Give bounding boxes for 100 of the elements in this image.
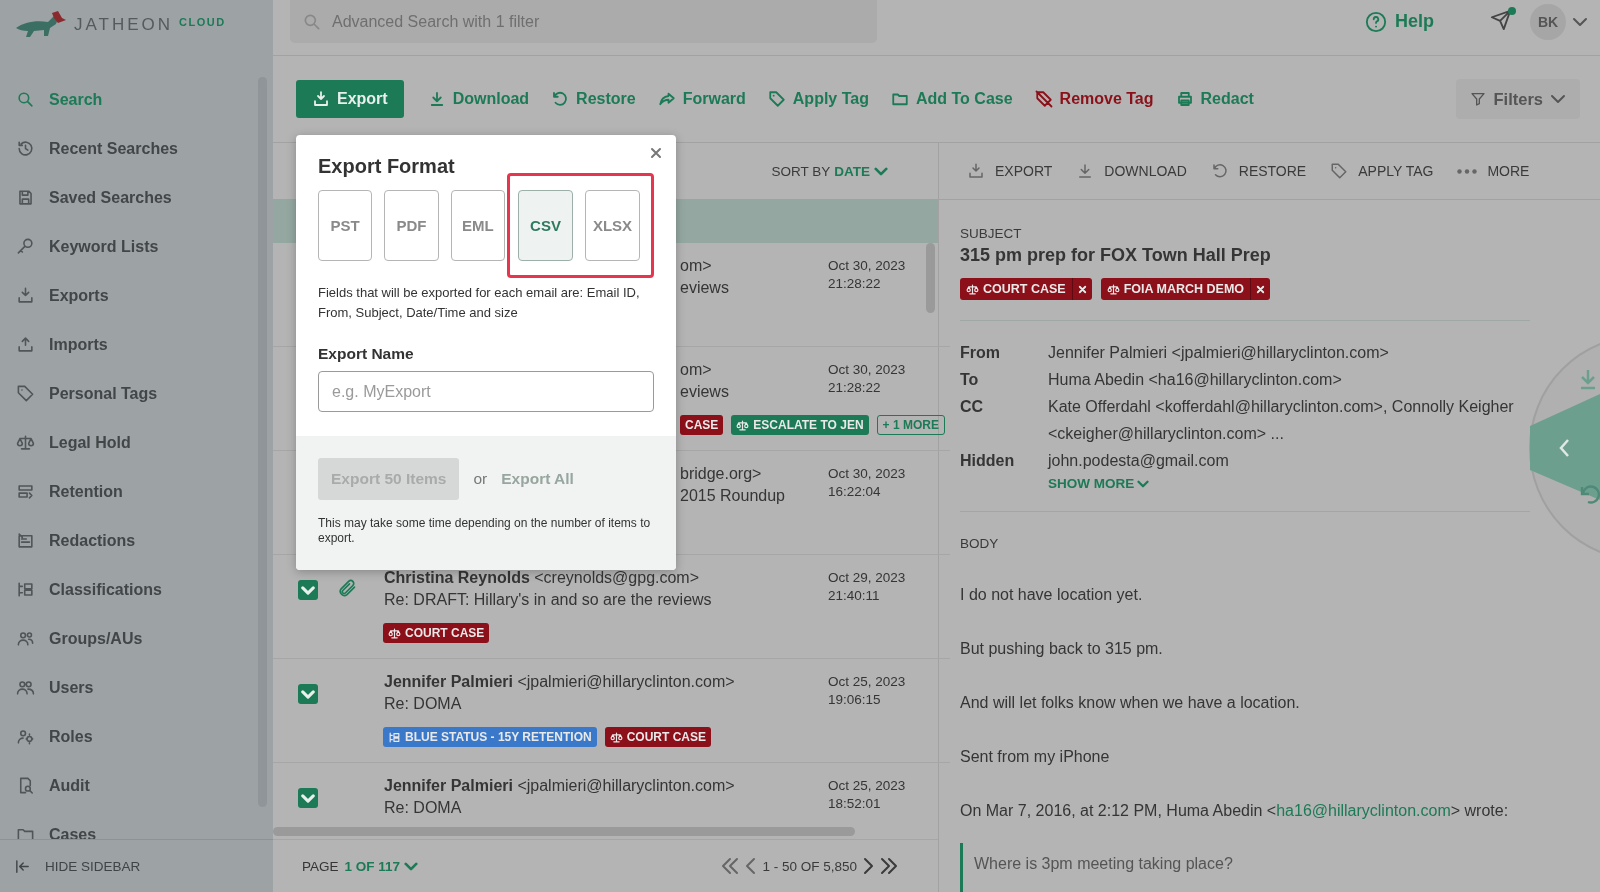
checkbox[interactable] [298,684,318,704]
people-gear-icon [16,727,35,746]
reply-header: On Mar 7, 2016, at 2:12 PM, Huma Abedin <ha16@hillaryclinton.com> wrote: [960,801,1510,821]
toolbar-button[interactable]: Apply Tag [767,90,869,108]
sidebar-item[interactable]: Imports [0,320,250,369]
sidebar-item[interactable]: Roles [0,712,250,761]
sidebar-item[interactable]: Users [0,663,250,712]
sidebar-item[interactable]: Personal Tags [0,369,250,418]
history-icon [16,139,35,158]
sidebar-item[interactable]: Saved Searches [0,173,250,222]
field-label: From [960,343,1001,363]
scrollbar[interactable] [273,827,855,836]
help-link[interactable]: Help [1365,10,1434,33]
chevron-down-icon [874,166,888,176]
email-link[interactable]: ha16@hillaryclinton.com [1276,802,1451,819]
sidebar-item[interactable]: Audit [0,761,250,810]
field-label: To [960,370,980,390]
stack-icon [16,482,35,501]
toolbar-button[interactable]: Export [296,80,404,118]
field-label: Export Name [318,345,415,363]
sidebar-item[interactable]: Cases [0,810,250,839]
sender-text: om> [680,256,713,276]
undo-icon[interactable] [1580,485,1600,504]
tag-label: COURT CASE [383,623,490,643]
sidebar-item[interactable]: Exports [0,271,250,320]
time-text: 21:28:22 [828,275,882,293]
format-option[interactable]: PST [318,190,373,261]
checkbox[interactable] [298,580,318,600]
tag-label: FOIA MARCH DEMO [1100,278,1271,300]
download-icon[interactable] [1579,368,1597,390]
user-avatar[interactable]: BK [1530,3,1566,40]
sidebar-item[interactable]: Classifications [0,565,250,614]
time-text: 18:52:01 [828,795,882,813]
subject-text: eviews [680,278,730,298]
scales-icon [736,418,750,432]
chevron-down-icon [1572,16,1588,27]
toolbar-button[interactable]: Download [427,90,530,108]
check-icon [301,689,315,699]
close-icon [1255,283,1267,295]
format-option[interactable]: XLSX [585,190,640,261]
field-value: Huma Abedin <ha16@hillaryclinton.com> [1048,370,1343,390]
date-text: Oct 30, 2023 [828,361,907,379]
action-button[interactable]: APPLY TAG [1330,162,1434,180]
body-paragraph: I do not have location yet. [960,585,1144,605]
subject-text: Re: DOMA [384,694,463,714]
subject-label: SUBJECT [960,226,1023,241]
action-button[interactable]: EXPORT [967,162,1053,180]
toolbar-button[interactable]: Remove Tag [1034,90,1154,108]
scales-icon [16,433,35,452]
more-tags-button[interactable]: + 1 MORE [876,415,945,435]
undo-icon [551,90,570,108]
date-text: Oct 29, 2023 [828,569,907,587]
double-chevron-left-icon [721,857,740,875]
toolbar-button[interactable]: Forward [657,90,746,108]
sender-text: om> [680,360,713,380]
format-option[interactable]: EML [450,190,505,261]
field-label: CC [960,397,985,417]
funnel-icon [1470,91,1487,107]
sidebar-item[interactable]: Groups/AUs [0,614,250,663]
search-field[interactable]: Advanced Search with 1 filter [290,0,877,43]
sidebar-item[interactable]: Retention [0,467,250,516]
sidebar-item[interactable]: Redactions [0,516,250,565]
action-button[interactable]: RESTORE [1210,162,1307,180]
toolbar-button[interactable]: Add To Case [890,90,1013,108]
sender-text: Christina Reynolds <creynolds@gpg.com> [384,568,701,588]
sidebar-item[interactable]: Keyword Lists [0,222,250,271]
sidebar-item[interactable]: Search [0,75,250,124]
toolbar-button[interactable]: Redact [1175,90,1254,108]
sidebar-item[interactable]: Legal Hold [0,418,250,467]
hide-sidebar-button[interactable]: HIDE SIDEBAR [0,839,273,892]
field-value: Kate Offerdahl <kofferdahl@hillaryclinton.com>, Connolly Keigher <ckeigher@hillaryclinton.com> ... [1048,397,1515,444]
tag-icon [16,384,35,403]
time-text: 16:22:04 [828,483,882,501]
sort-dropdown[interactable]: SORT BY DATE [771,163,888,179]
filters-button[interactable]: Filters [1456,79,1580,119]
paperclip-icon [337,578,357,598]
close-icon [1076,283,1088,295]
scrollbar[interactable] [926,243,935,313]
format-option[interactable]: PDF [384,190,439,261]
tag-label: CASE [680,415,724,435]
date-text: Oct 30, 2023 [828,257,907,275]
export-name-field[interactable]: e.g. MyExport [318,371,654,412]
checkbox[interactable] [298,788,318,808]
show-more-link[interactable]: SHOW MORE [1048,476,1150,491]
scales-icon [388,626,401,640]
page-dropdown[interactable]: 1 OF 117 [344,858,419,874]
share-arrow-icon [657,90,676,108]
collapse-button[interactable] [1530,394,1600,500]
chevron-down-icon [1550,94,1566,104]
format-option[interactable]: CSV [518,190,573,261]
dialog-title: Export Format [318,155,456,178]
key-icon [16,237,35,256]
action-button[interactable]: DOWNLOAD [1076,162,1187,180]
check-icon [301,585,315,595]
double-chevron-right-icon [880,857,898,875]
date-text: Oct 25, 2023 [828,777,907,795]
sidebar-item[interactable]: Recent Searches [0,124,250,173]
action-button[interactable]: MORE [1457,163,1530,179]
toolbar-button[interactable]: Restore [551,90,636,108]
people-icon [16,678,35,697]
